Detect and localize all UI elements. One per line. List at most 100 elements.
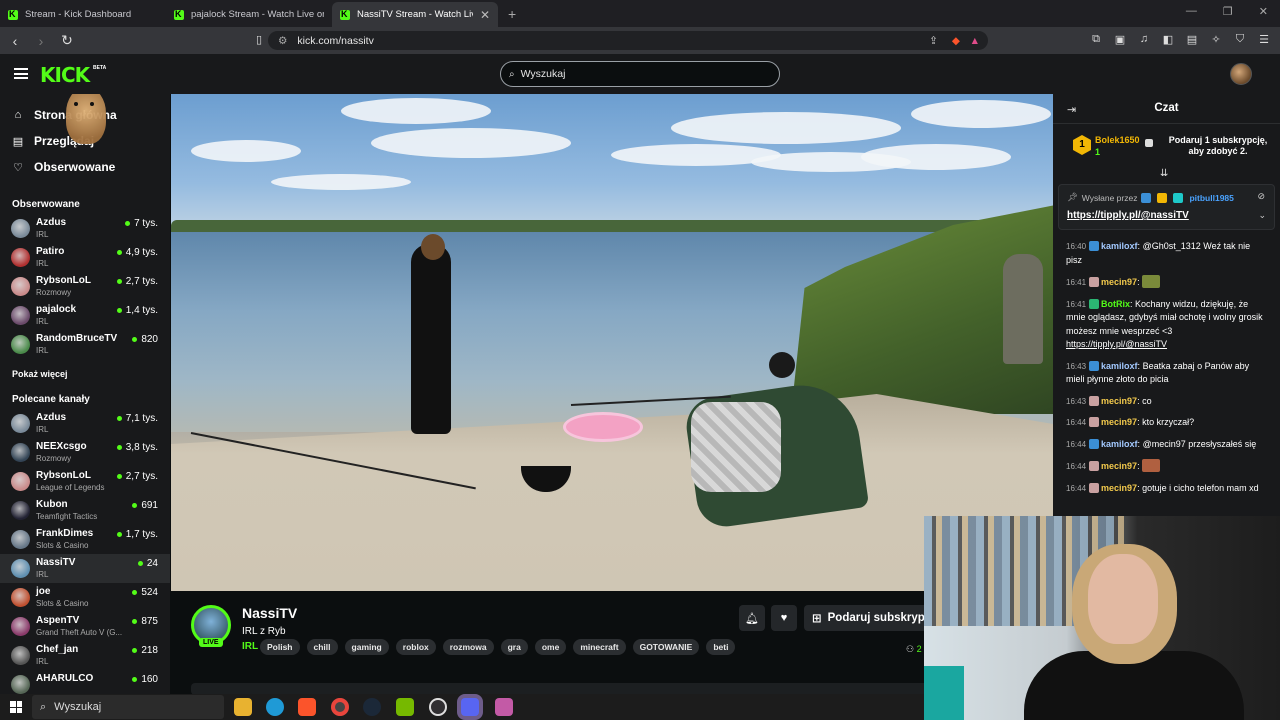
- channel-item[interactable]: NEEXcsgo Rozmowy 3,8 tys.: [0, 438, 170, 467]
- message-username[interactable]: kamiloxf: [1101, 241, 1138, 251]
- stream-tag[interactable]: roblox: [395, 639, 436, 655]
- stream-tag[interactable]: ome: [534, 639, 567, 655]
- forward-icon[interactable]: ›: [30, 33, 52, 49]
- channel-item[interactable]: Kubon Teamfight Tactics 691: [0, 496, 170, 525]
- channel-item[interactable]: Patiro IRL 4,9 tys.: [0, 243, 170, 272]
- channel-item[interactable]: Azdus IRL 7,1 tys.: [0, 409, 170, 438]
- chrome-icon[interactable]: [331, 698, 349, 716]
- message-username[interactable]: kamiloxf: [1101, 361, 1138, 371]
- stream-tag[interactable]: chill: [306, 639, 338, 655]
- wallet-icon[interactable]: ▤: [1186, 33, 1198, 46]
- message-username[interactable]: kamiloxf: [1101, 439, 1138, 449]
- app-icon[interactable]: [495, 698, 513, 716]
- search-input[interactable]: ⌕ Wyszukaj: [500, 61, 780, 87]
- stream-tag[interactable]: rozmowa: [442, 639, 494, 655]
- file-explorer-icon[interactable]: [234, 698, 252, 716]
- edge-icon[interactable]: [266, 698, 284, 716]
- streamer-name[interactable]: NassiTV: [242, 605, 297, 621]
- scroll-down-icon[interactable]: ⇊: [1160, 168, 1168, 179]
- channel-item[interactable]: AspenTV Grand Theft Auto V (G... 875: [0, 612, 170, 641]
- browser-tab[interactable]: Stream - Kick Dashboard: [0, 2, 166, 27]
- site-settings-icon[interactable]: ⚙: [278, 35, 287, 47]
- pinned-user[interactable]: pitbull1985: [1189, 193, 1233, 203]
- windows-start-icon[interactable]: [10, 701, 22, 713]
- message-username[interactable]: mecin97: [1101, 396, 1137, 406]
- channel-item[interactable]: joe Slots & Casino 524: [0, 583, 170, 612]
- channel-name: Azdus: [36, 412, 66, 423]
- hamburger-menu-icon[interactable]: [14, 68, 28, 79]
- reload-icon[interactable]: ↻: [56, 32, 78, 49]
- back-icon[interactable]: ‹: [4, 33, 26, 49]
- stream-tag[interactable]: beti: [706, 639, 736, 655]
- sidebar-item-following[interactable]: ♡ Obserwowane: [0, 154, 170, 180]
- close-tab-icon[interactable]: ✕: [480, 8, 490, 22]
- discord-icon[interactable]: [461, 698, 479, 716]
- new-tab-icon[interactable]: +: [508, 6, 516, 22]
- stream-tag[interactable]: gra: [500, 639, 528, 655]
- screenshot-icon[interactable]: ▣: [1114, 33, 1126, 46]
- pinned-message[interactable]: 📌︎ Wysłane przez pitbull1985 ⊘ https://t…: [1058, 184, 1275, 230]
- message-username[interactable]: mecin97: [1101, 277, 1137, 287]
- unpin-icon[interactable]: ⊘: [1257, 191, 1265, 202]
- ai-icon[interactable]: ✧: [1210, 33, 1222, 46]
- vpn-icon[interactable]: ⛉: [1234, 33, 1246, 46]
- rewards-icon[interactable]: ▲: [970, 35, 980, 47]
- message-username[interactable]: mecin97: [1101, 461, 1137, 471]
- music-icon[interactable]: ♫: [1138, 33, 1150, 46]
- address-bar[interactable]: ⚙ kick.com/nassitv ⇪ ◆ ▲: [268, 31, 988, 50]
- user-avatar[interactable]: [1230, 63, 1252, 85]
- tab-title: Stream - Kick Dashboard: [25, 9, 132, 20]
- channel-item[interactable]: pajalock IRL 1,4 tys.: [0, 301, 170, 330]
- message-username[interactable]: BotRix: [1101, 299, 1130, 309]
- message-time: 16:41: [1066, 299, 1087, 309]
- message-username[interactable]: mecin97: [1101, 417, 1137, 427]
- channel-item[interactable]: FrankDimes Slots & Casino 1,7 tys.: [0, 525, 170, 554]
- extensions-icon[interactable]: ⧉: [1090, 33, 1102, 46]
- chevron-down-icon[interactable]: ⌄: [1258, 210, 1266, 221]
- share-icon[interactable]: ⇪: [929, 35, 938, 47]
- brave-shield-icon[interactable]: ◆: [952, 35, 960, 47]
- obs-icon[interactable]: [429, 698, 447, 716]
- gift-subscription-button[interactable]: ⊞ Podaruj subskrypcję: [804, 605, 934, 631]
- nvidia-icon[interactable]: [396, 698, 414, 716]
- gift-subscription-label: Podaruj subskrypcję: [827, 612, 934, 624]
- message-link[interactable]: https://tipply.pl/@nassiTV: [1066, 339, 1167, 349]
- maximize-icon[interactable]: ❐: [1223, 5, 1233, 18]
- close-window-icon[interactable]: ✕: [1259, 5, 1268, 18]
- stream-category[interactable]: IRL: [242, 641, 258, 652]
- gift-cta-text[interactable]: Podaruj 1 subskrypcję, aby zdobyć 2.: [1163, 135, 1273, 157]
- video-player[interactable]: [171, 94, 1053, 591]
- sidebar-icon[interactable]: ◧: [1162, 33, 1174, 46]
- channel-item[interactable]: Azdus IRL 7 tys.: [0, 214, 170, 243]
- chat-messages: 16:40 kamiloxf: @Gh0st_1312 Weź tak nie p…: [1053, 236, 1280, 499]
- top-gifter-name[interactable]: Bolek1650: [1095, 135, 1140, 145]
- bookmark-icon[interactable]: ▯: [248, 33, 270, 46]
- steam-icon[interactable]: [363, 698, 381, 716]
- browser-tab[interactable]: pajalock Stream - Watch Live on Kick: [166, 2, 332, 27]
- stream-tag[interactable]: minecraft: [573, 639, 626, 655]
- taskbar-search[interactable]: ⌕ Wyszukaj: [32, 695, 224, 719]
- stream-tag[interactable]: Polish: [260, 639, 300, 655]
- brave-icon[interactable]: [298, 698, 316, 716]
- follow-button[interactable]: ♥: [771, 605, 797, 631]
- browser-tab-active[interactable]: NassiTV Stream - Watch Live on Kick ✕: [332, 2, 498, 27]
- kick-logo[interactable]: KICK: [40, 63, 90, 87]
- show-more-link[interactable]: Pokaż więcej: [0, 359, 170, 389]
- message-username[interactable]: mecin97: [1101, 483, 1137, 493]
- notification-bell-button[interactable]: 🔔︎: [739, 605, 765, 631]
- taskbar-search-placeholder: Wyszukaj: [54, 701, 102, 713]
- channel-item[interactable]: RybsonLoL League of Legends 2,7 tys.: [0, 467, 170, 496]
- channel-item[interactable]: RybsonLoL Rozmowy 2,7 tys.: [0, 272, 170, 301]
- channel-avatar: [11, 588, 30, 607]
- menu-icon[interactable]: ☰: [1258, 33, 1270, 46]
- channel-item[interactable]: Chef_jan IRL 218: [0, 641, 170, 670]
- chat-message: 16:44 mecin97: gotuje i cicho telefon mam…: [1053, 478, 1280, 500]
- stream-tag[interactable]: GOTOWANIE: [632, 639, 700, 655]
- minimize-icon[interactable]: —: [1186, 5, 1197, 18]
- channel-item[interactable]: NassiTV IRL 24: [0, 554, 170, 583]
- channel-item[interactable]: RandomBruceTV IRL 820: [0, 330, 170, 359]
- pinned-link[interactable]: https://tipply.pl/@nassiTV: [1067, 210, 1189, 221]
- channel-item[interactable]: AHARULCO 160: [0, 670, 170, 694]
- search-icon: ⌕: [40, 700, 47, 713]
- stream-tag[interactable]: gaming: [344, 639, 389, 655]
